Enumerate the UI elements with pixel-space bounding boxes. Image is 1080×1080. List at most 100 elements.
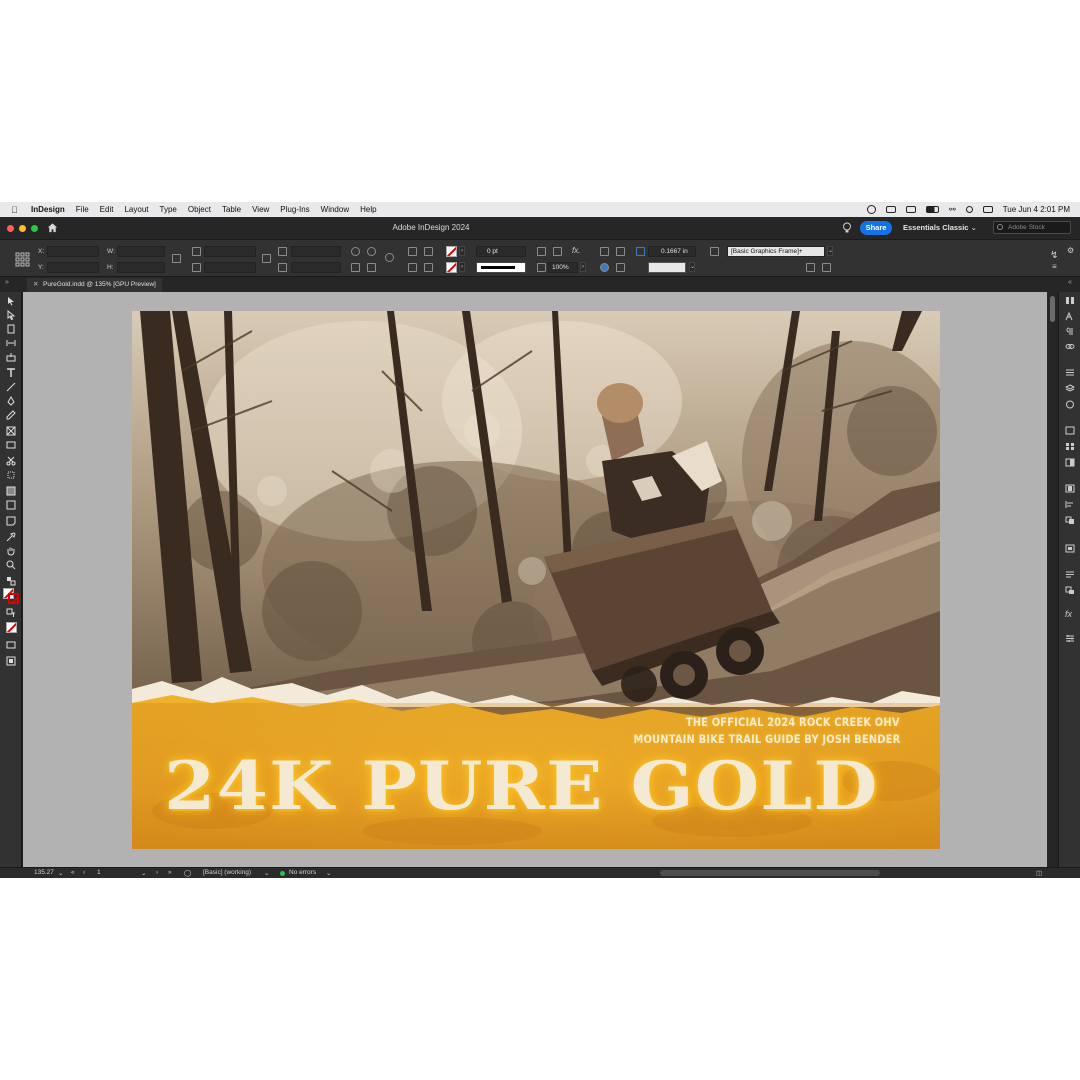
links-panel-icon[interactable] xyxy=(1065,342,1075,351)
split-window-icon[interactable]: ◫ xyxy=(1036,869,1042,877)
p-reference-icon[interactable] xyxy=(385,253,394,262)
frame-fitting-icon[interactable] xyxy=(616,263,625,272)
document-page[interactable]: THE OFFICIAL 2024 ROCK CREEK OHV MOUNTAI… xyxy=(132,311,940,849)
object-style-dropdown[interactable]: [Basic Graphics Frame]+ xyxy=(727,246,825,257)
pathfinder-panel-icon[interactable] xyxy=(1065,516,1075,525)
menu-clock[interactable]: Tue Jun 4 2:01 PM xyxy=(1003,205,1070,214)
pages-panel-icon[interactable] xyxy=(1065,368,1075,377)
paragraph-panel-icon[interactable] xyxy=(1065,327,1075,336)
x-field[interactable] xyxy=(47,246,99,257)
fill-dropdown[interactable]: › xyxy=(459,246,465,256)
fitting-content-icon[interactable] xyxy=(553,247,562,256)
lightning-icon[interactable]: ↯ xyxy=(1050,250,1058,261)
swatches-panel-icon[interactable] xyxy=(1065,442,1075,451)
opacity-dropdown[interactable]: › xyxy=(580,262,586,272)
select-content-icon[interactable] xyxy=(408,263,417,272)
page-dropdown-icon[interactable]: ⌄ xyxy=(141,869,146,877)
calendar-icon[interactable] xyxy=(906,206,916,213)
stroke-type-dropdown[interactable] xyxy=(476,262,526,273)
type-tool-icon[interactable] xyxy=(6,368,16,378)
corner-options-icon[interactable] xyxy=(636,247,645,256)
panel-flyout-icon[interactable]: ≡ xyxy=(1052,262,1057,271)
constrain-proportions-icon[interactable] xyxy=(172,254,181,263)
opacity-field[interactable]: 100% xyxy=(548,262,578,273)
preflight-errors[interactable]: No errors xyxy=(289,869,316,876)
select-previous-icon[interactable] xyxy=(424,247,433,256)
fill-swatch[interactable] xyxy=(446,246,457,257)
apple-icon[interactable]:  xyxy=(11,205,23,215)
pen-tool-icon[interactable] xyxy=(6,396,16,406)
menu-plugins[interactable]: Plug-Ins xyxy=(280,205,309,214)
gradient-feather-tool-icon[interactable] xyxy=(6,500,16,510)
flip-horizontal-icon[interactable] xyxy=(351,263,360,272)
clear-overrides-icon[interactable] xyxy=(806,263,815,272)
wifi-icon[interactable]: ⚯ xyxy=(949,205,956,214)
gradient-panel-icon[interactable] xyxy=(1065,458,1075,467)
vertical-scrollbar[interactable] xyxy=(1047,292,1058,870)
apply-none-icon[interactable] xyxy=(6,622,17,633)
main-headline[interactable]: 24K PURE GOLD xyxy=(164,747,940,825)
frame-tools-icon[interactable] xyxy=(710,247,719,256)
direct-selection-tool-icon[interactable] xyxy=(6,310,16,320)
shear-angle-icon[interactable] xyxy=(278,263,287,272)
preflight-menu-icon[interactable]: ⌄ xyxy=(326,869,331,877)
menu-layout[interactable]: Layout xyxy=(124,205,148,214)
corner-shape-dropdown[interactable] xyxy=(648,262,686,273)
cc-libraries-icon[interactable] xyxy=(1065,296,1075,305)
flip-vertical-icon[interactable] xyxy=(367,263,376,272)
object-styles-panel-icon[interactable] xyxy=(1065,570,1075,579)
select-next-icon[interactable] xyxy=(424,263,433,272)
auto-fit-icon[interactable] xyxy=(600,263,609,272)
rotate-angle-icon[interactable] xyxy=(278,247,287,256)
close-tab-icon[interactable]: ✕ xyxy=(33,278,38,292)
fitting-offset-field[interactable]: 0.1667 in xyxy=(648,246,696,257)
screen-mode-icon[interactable] xyxy=(6,640,16,650)
collapse-tools-icon[interactable]: » xyxy=(5,279,9,286)
links-chain-icon[interactable] xyxy=(1065,400,1075,409)
width-field[interactable] xyxy=(117,246,165,257)
first-page-icon[interactable]: « xyxy=(71,869,75,876)
align-panel-icon[interactable] xyxy=(1065,500,1075,509)
previous-page-icon[interactable]: ‹ xyxy=(83,869,85,876)
corner-shape-arrow[interactable]: ⌄ xyxy=(689,262,695,272)
rotation-field[interactable] xyxy=(291,246,341,257)
transform-panel-icon[interactable] xyxy=(1065,586,1075,595)
character-panel-icon[interactable] xyxy=(1065,312,1075,321)
content-collector-icon[interactable] xyxy=(6,352,16,362)
stroke-panel-icon[interactable] xyxy=(1065,426,1075,435)
battery-icon[interactable] xyxy=(926,206,939,213)
document-tab[interactable]: ✕ PureGold.indd @ 135% [GPU Preview] xyxy=(27,278,162,292)
link-scale-icon[interactable] xyxy=(262,254,271,263)
opacity-icon[interactable] xyxy=(537,263,546,272)
preflight-profile-dropdown-icon[interactable]: ⌄ xyxy=(264,869,269,877)
stroke-swatch[interactable] xyxy=(446,262,457,273)
text-wrap-icon[interactable] xyxy=(600,247,609,256)
text-wrap-panel-icon[interactable] xyxy=(1065,484,1075,493)
menu-window[interactable]: Window xyxy=(321,205,349,214)
select-container-icon[interactable] xyxy=(408,247,417,256)
pasteboard[interactable]: THE OFFICIAL 2024 ROCK CREEK OHV MOUNTAI… xyxy=(23,292,1047,870)
fx-icon[interactable]: fx. xyxy=(572,246,580,255)
rotate-ccw-icon[interactable] xyxy=(367,247,376,256)
properties-panel-icon[interactable] xyxy=(1065,634,1075,643)
scale-y-field[interactable] xyxy=(204,262,256,273)
selection-tool-icon[interactable] xyxy=(6,296,16,306)
zoom-dropdown-icon[interactable]: ⌄ xyxy=(58,869,63,877)
subhead-line-2[interactable]: MOUNTAIN BIKE TRAIL GUIDE BY JOSH BENDER xyxy=(633,732,900,746)
eyedropper-tool-icon[interactable] xyxy=(6,532,16,542)
gap-tool-icon[interactable] xyxy=(6,338,16,348)
note-tool-icon[interactable] xyxy=(6,516,16,526)
y-field[interactable] xyxy=(47,262,99,273)
rotate-cw-icon[interactable] xyxy=(351,247,360,256)
horizontal-scroll-thumb[interactable] xyxy=(660,870,880,876)
stroke-weight-field[interactable]: 0 pt xyxy=(476,246,526,257)
shear-field[interactable] xyxy=(291,262,341,273)
rectangle-tool-icon[interactable] xyxy=(6,440,16,450)
menu-type[interactable]: Type xyxy=(160,205,177,214)
vertical-scroll-thumb[interactable] xyxy=(1050,296,1055,322)
gradient-swatch-tool-icon[interactable] xyxy=(6,486,16,496)
stroke-dropdown[interactable]: › xyxy=(459,262,465,272)
creative-cloud-icon[interactable] xyxy=(867,205,876,214)
menu-edit[interactable]: Edit xyxy=(100,205,114,214)
scissors-tool-icon[interactable] xyxy=(6,456,16,466)
